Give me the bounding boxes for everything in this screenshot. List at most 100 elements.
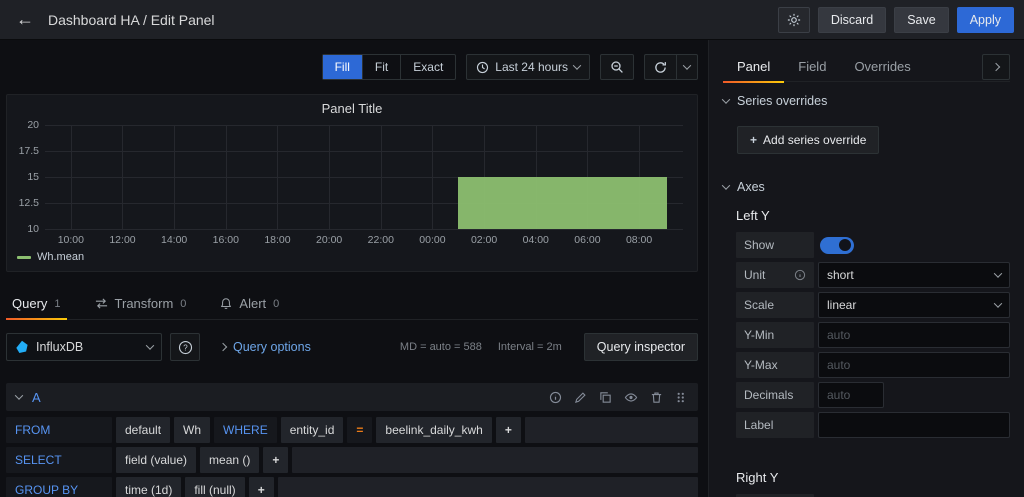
- query-row-actions: [549, 391, 686, 404]
- x-tick-label: 02:00: [471, 234, 497, 246]
- y-min-label: Y-Min: [736, 322, 814, 348]
- tab-field[interactable]: Field: [784, 52, 840, 82]
- tab-alert[interactable]: Alert 0: [214, 288, 285, 319]
- chevron-right-icon: [992, 62, 1000, 70]
- tab-alert-count: 0: [273, 298, 279, 310]
- query-inspector-button[interactable]: Query inspector: [584, 333, 698, 361]
- query-clause-label[interactable]: SELECT: [6, 447, 112, 473]
- query-options-label: Query options: [233, 340, 311, 354]
- back-arrow-icon: ←: [16, 9, 34, 29]
- pencil-icon[interactable]: [574, 391, 587, 404]
- query-segment-value[interactable]: default: [116, 417, 170, 443]
- tab-panel[interactable]: Panel: [723, 52, 784, 82]
- scale-select[interactable]: linear: [818, 292, 1010, 318]
- query-clause-label[interactable]: FROM: [6, 417, 112, 443]
- chart-plot[interactable]: [45, 125, 683, 229]
- left-y-title: Left Y: [736, 208, 1010, 223]
- y-tick-label: 20: [27, 119, 39, 131]
- collapse-pane-button[interactable]: [982, 54, 1010, 80]
- query-segment-value[interactable]: fill (null): [185, 477, 244, 497]
- query-segment-value[interactable]: time (1d): [116, 477, 181, 497]
- unit-select-value: short: [827, 268, 854, 282]
- query-segment-value[interactable]: beelink_daily_kwh: [376, 417, 491, 443]
- time-range-picker[interactable]: Last 24 hours: [466, 54, 590, 80]
- drag-handle-icon[interactable]: [675, 391, 686, 404]
- add-series-override-button[interactable]: + Add series override: [737, 126, 879, 154]
- toggle-knob: [839, 239, 851, 251]
- settings-button[interactable]: [778, 7, 810, 33]
- datasource-help-button[interactable]: ?: [170, 333, 200, 361]
- display-mode-exact-button[interactable]: Exact: [401, 55, 455, 79]
- grid-line-vertical: [122, 125, 123, 229]
- y-max-label: Y-Max: [736, 352, 814, 378]
- query-options-toggle[interactable]: Query options: [220, 340, 311, 354]
- tab-query-label: Query: [12, 296, 47, 311]
- query-row-filler: [278, 477, 698, 497]
- display-mode-fit-button[interactable]: Fit: [363, 55, 401, 79]
- unit-select[interactable]: short: [818, 262, 1010, 288]
- options-pane: Panel Field Overrides Series overrides +…: [708, 40, 1024, 497]
- y-tick-label: 15: [27, 171, 39, 183]
- tab-transform[interactable]: Transform 0: [89, 288, 193, 319]
- info-icon[interactable]: [794, 269, 806, 281]
- chevron-down-icon: [994, 269, 1002, 277]
- refresh-interval-button[interactable]: [676, 54, 698, 80]
- eye-icon[interactable]: [624, 391, 638, 404]
- trash-icon[interactable]: [650, 391, 663, 404]
- page-title: Dashboard HA / Edit Panel: [48, 12, 215, 28]
- scale-select-value: linear: [827, 298, 856, 312]
- zoom-out-button[interactable]: [600, 54, 634, 80]
- query-segment-value[interactable]: mean (): [200, 447, 259, 473]
- query-segment-keyword[interactable]: WHERE: [214, 417, 277, 443]
- query-segment-plus[interactable]: +: [263, 447, 288, 473]
- chart: 2017.51512.510 10:0012:0014:0016:0018:00…: [15, 125, 689, 247]
- clock-icon: [476, 61, 489, 74]
- plus-icon: +: [750, 133, 757, 147]
- copy-icon[interactable]: [599, 391, 612, 404]
- query-segment-operator[interactable]: =: [347, 417, 372, 443]
- influxdb-logo-icon: [15, 340, 29, 354]
- topbar-actions: Discard Save Apply: [778, 7, 1014, 33]
- series-area: [458, 177, 667, 229]
- back-button[interactable]: ←: [10, 5, 40, 35]
- panel-title: Panel Title: [7, 101, 697, 123]
- panel-preview[interactable]: Panel Title 2017.51512.510 10:0012:0014:…: [6, 94, 698, 272]
- options-tabs: Panel Field Overrides: [723, 40, 1010, 82]
- y-min-input[interactable]: [818, 322, 1010, 348]
- display-mode-fill-button[interactable]: Fill: [323, 55, 363, 79]
- query-segment-value[interactable]: Wh: [174, 417, 210, 443]
- x-tick-label: 16:00: [213, 234, 239, 246]
- query-segment-value[interactable]: field (value): [116, 447, 196, 473]
- x-tick-label: 14:00: [161, 234, 187, 246]
- axis-label-label: Label: [736, 412, 814, 438]
- tab-transform-count: 0: [180, 298, 186, 310]
- axis-label-input[interactable]: [818, 412, 1010, 438]
- tab-overrides[interactable]: Overrides: [840, 52, 924, 82]
- discard-button[interactable]: Discard: [818, 7, 886, 33]
- grid-line-vertical: [329, 125, 330, 229]
- query-row-group-by: GROUP BYtime (1d)fill (null)+: [6, 477, 698, 497]
- tab-query[interactable]: Query 1: [6, 288, 67, 319]
- axes-section-header[interactable]: Axes: [723, 180, 1010, 194]
- query-segment-plus[interactable]: +: [496, 417, 521, 443]
- save-button[interactable]: Save: [894, 7, 949, 33]
- query-segment-value[interactable]: entity_id: [281, 417, 344, 443]
- query-clause-label[interactable]: GROUP BY: [6, 477, 112, 497]
- series-overrides-section-header[interactable]: Series overrides: [723, 94, 1010, 108]
- info-circle-icon[interactable]: [549, 391, 562, 404]
- datasource-picker[interactable]: InfluxDB: [6, 333, 162, 361]
- query-row-header[interactable]: A: [6, 383, 698, 411]
- query-segment-plus[interactable]: +: [249, 477, 274, 497]
- tab-query-count: 1: [54, 298, 60, 310]
- query-row-filler: [292, 447, 698, 473]
- apply-button[interactable]: Apply: [957, 7, 1014, 33]
- x-tick-label: 08:00: [626, 234, 652, 246]
- query-editor-controls: InfluxDB ? Query options MD = auto = 588…: [6, 333, 698, 361]
- query-rows: FROMdefaultWhWHEREentity_id=beelink_dail…: [6, 417, 698, 497]
- legend-series-name[interactable]: Wh.mean: [37, 251, 84, 263]
- y-max-input[interactable]: [818, 352, 1010, 378]
- left-y-decimals-row: Decimals: [736, 382, 1010, 408]
- refresh-button[interactable]: [644, 54, 676, 80]
- left-y-show-toggle[interactable]: [820, 237, 854, 254]
- decimals-input[interactable]: [818, 382, 884, 408]
